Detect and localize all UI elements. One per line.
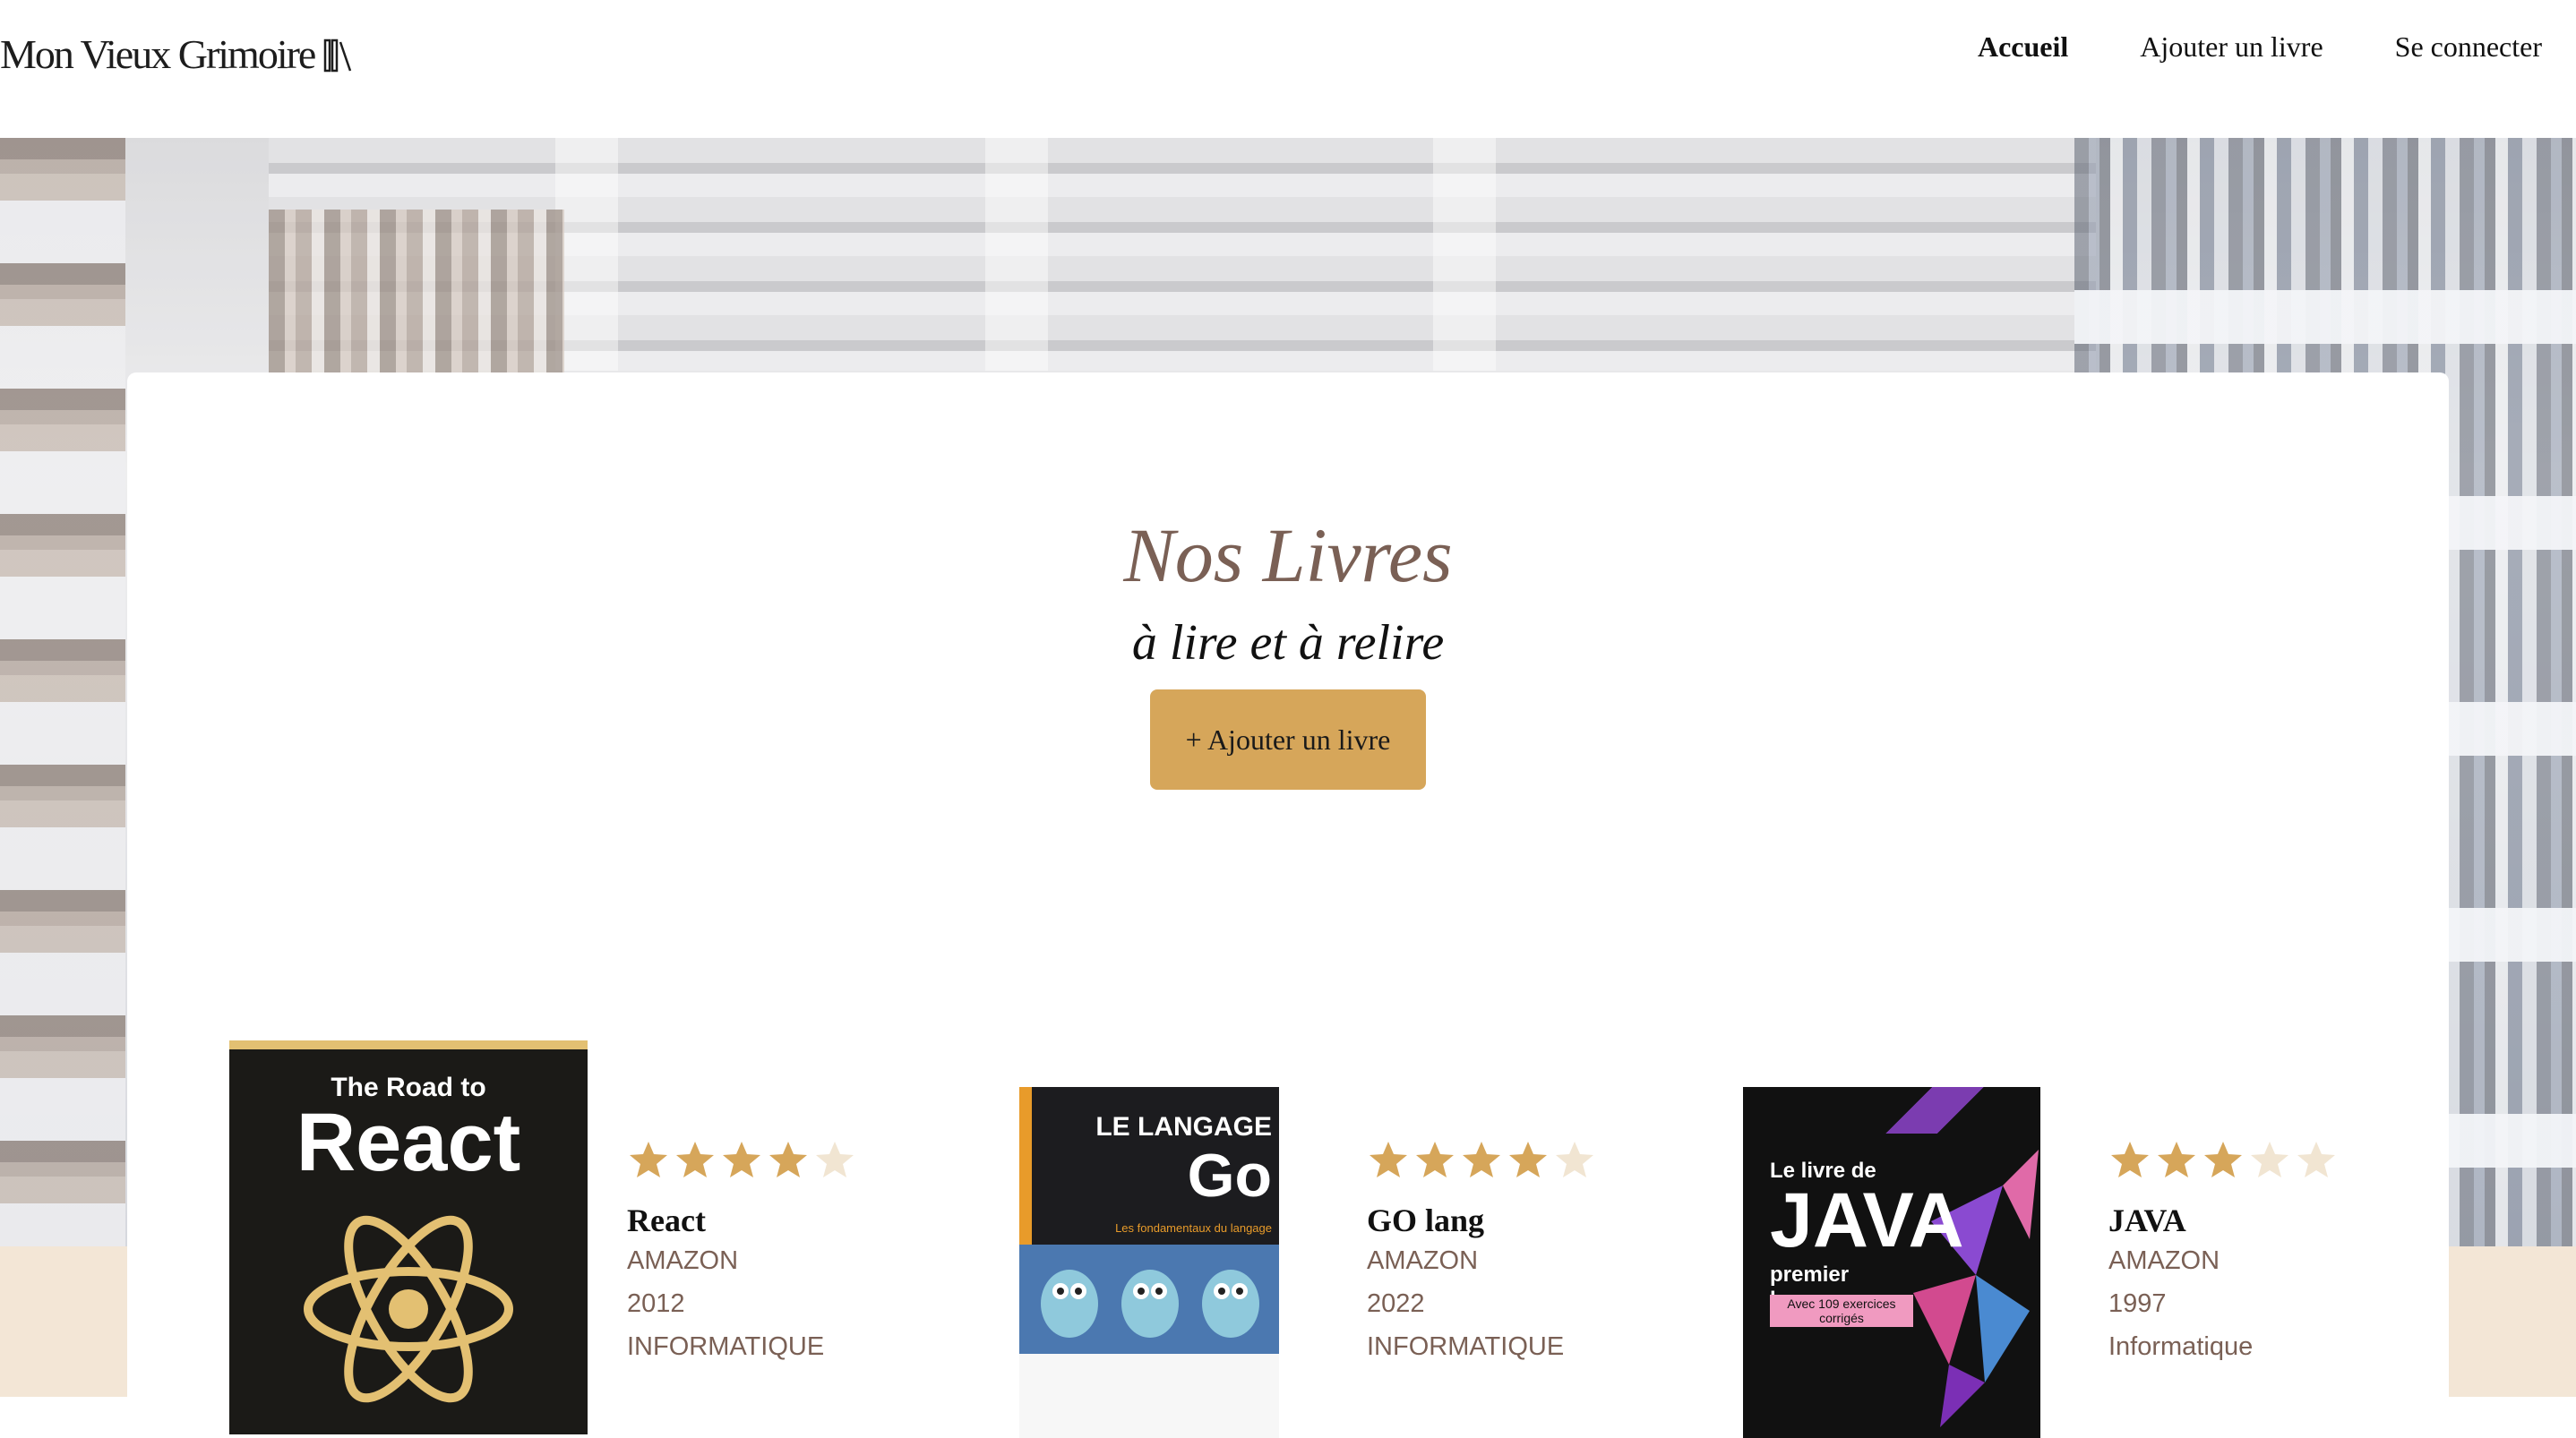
star-filled-icon [2158,1142,2195,1177]
nav-ajouter-livre[interactable]: Ajouter un livre [2140,30,2323,64]
star-filled-icon [630,1142,667,1177]
book-card[interactable]: LE LANGAGE Go Les fondamentaux du langag… [1019,1040,1736,1438]
book-publisher: AMAZON [627,1246,739,1275]
site-logo[interactable]: Mon Vieux Grimoire [0,30,354,78]
book-year: 2022 [1367,1289,1425,1318]
add-book-button[interactable]: + Ajouter un livre [1150,689,1426,790]
book-publisher: AMAZON [2108,1246,2220,1275]
star-empty-icon [1556,1142,1593,1177]
star-filled-icon [769,1142,807,1177]
cover-text: LE LANGAGE [1095,1112,1272,1142]
book-genre: INFORMATIQUE [1367,1332,1565,1361]
book-info: React AMAZON 2012 INFORMATIQUE [627,1139,856,1368]
star-empty-icon [2251,1142,2288,1177]
react-atom-icon [304,1215,513,1403]
star-filled-icon [1509,1142,1547,1177]
main-nav: Accueil Ajouter un livre Se connecter [1978,30,2542,64]
book-title: React [627,1203,706,1238]
books-card: Nos Livres à lire et à relire + Ajouter … [127,372,2449,1438]
book-genre: Informatique [2108,1332,2254,1361]
nav-accueil[interactable]: Accueil [1978,30,2068,64]
rating-stars [627,1139,856,1185]
books-icon [324,39,352,72]
rating-stars [2108,1139,2338,1185]
gopher-mascots-icon [1041,1270,1259,1338]
star-filled-icon [723,1142,760,1177]
star-filled-icon [1416,1142,1454,1177]
cover-text: JAVA [1770,1177,1964,1263]
book-year: 2012 [627,1289,685,1318]
logo-text: Mon Vieux Grimoire [0,31,316,77]
book-publisher: AMAZON [1367,1246,1479,1275]
rating-stars [1367,1139,1596,1185]
cover-text: Avec 109 exercices corrigés [1770,1295,1913,1327]
book-cover[interactable]: The Road to React [229,1040,588,1434]
star-filled-icon [676,1142,714,1177]
cover-text: React [296,1097,521,1188]
book-title: JAVA [2108,1203,2186,1238]
star-filled-icon [1370,1142,1407,1177]
book-year: 1997 [2108,1289,2167,1318]
star-filled-icon [2111,1142,2149,1177]
book-title: GO lang [1367,1203,1485,1238]
cover-text: Go [1187,1142,1272,1210]
star-filled-icon [2204,1142,2242,1177]
book-card[interactable]: The Road to React React AMAZON 2012 INFO… [229,1040,946,1434]
book-genre: INFORMATIQUE [627,1332,825,1361]
book-info: JAVA AMAZON 1997 Informatique [2108,1139,2338,1368]
page-title: Nos Livres [1123,512,1453,598]
book-card[interactable]: Le livre de JAVA premier langage Avec 10… [1743,1040,2460,1438]
cover-text: Les fondamentaux du langage [1115,1221,1272,1235]
star-filled-icon [1463,1142,1500,1177]
star-empty-icon [816,1142,854,1177]
book-info: GO lang AMAZON 2022 INFORMATIQUE [1367,1139,1596,1368]
nav-se-connecter[interactable]: Se connecter [2395,30,2542,64]
star-empty-icon [2297,1142,2335,1177]
page-subtitle: à lire et à relire [1131,615,1445,671]
site-header: Mon Vieux Grimoire Accueil Ajouter un li… [0,0,2576,138]
book-cover[interactable]: LE LANGAGE Go Les fondamentaux du langag… [1019,1087,1279,1438]
book-cover[interactable]: Le livre de JAVA premier langage Avec 10… [1743,1087,2040,1438]
